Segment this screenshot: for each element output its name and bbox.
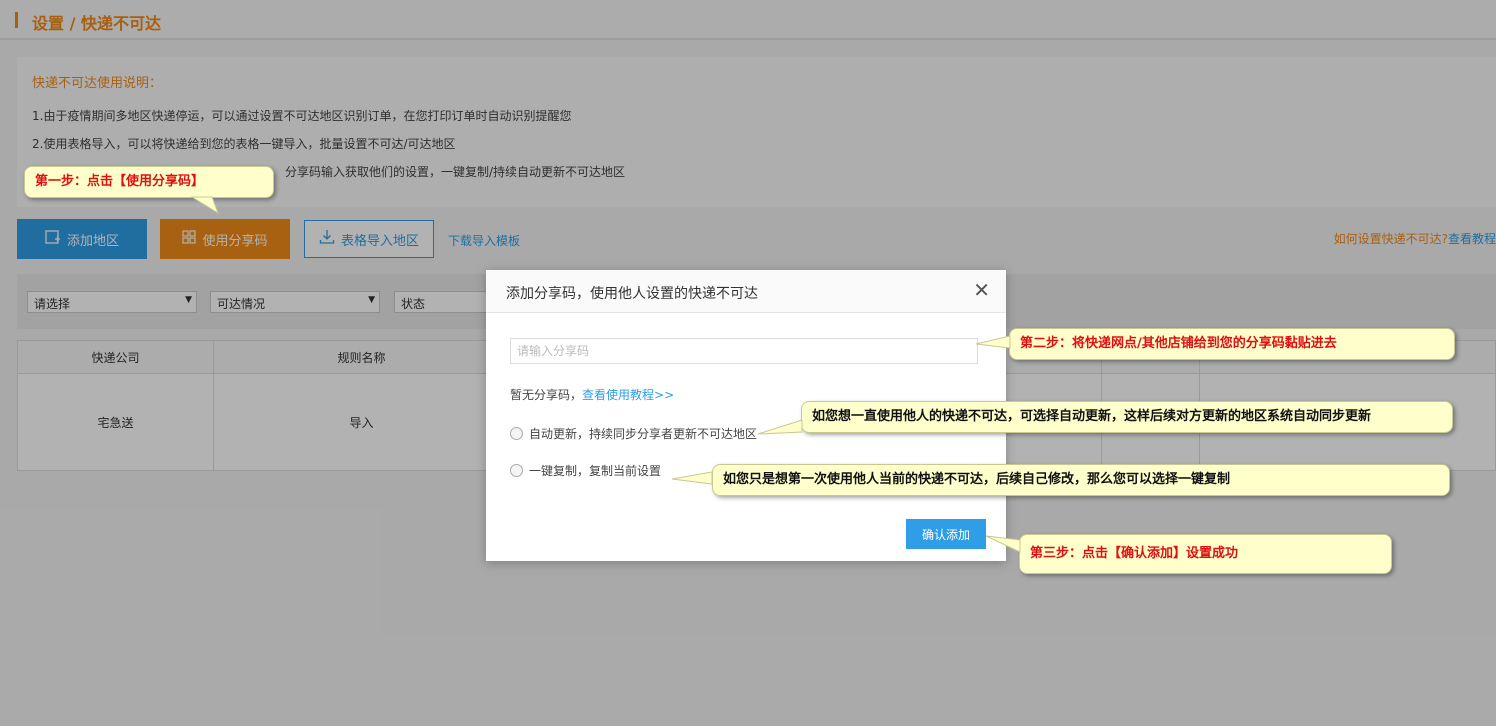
confirm-add-button[interactable]: 确认添加: [906, 519, 986, 549]
one-click-copy-option[interactable]: 一键复制，复制当前设置: [510, 462, 661, 479]
dialog-header: 添加分享码，使用他人设置的快递不可达 ✕: [486, 270, 1006, 313]
view-usage-tutorial-link[interactable]: 查看使用教程>>: [582, 388, 674, 402]
step3-tip-pointer: [985, 535, 1021, 553]
step3-tip: 第三步：点击【确认添加】设置成功: [1019, 534, 1392, 574]
step2-tip: 第二步：将快递网点/其他店铺给到您的分享码黏贴进去: [1009, 328, 1455, 360]
auto-update-label: 自动更新，持续同步分享者更新不可达地区: [529, 427, 758, 441]
one-click-copy-label: 一键复制，复制当前设置: [529, 464, 662, 478]
one-click-copy-tip-pointer: [671, 471, 713, 485]
share-code-input[interactable]: [510, 338, 978, 364]
step1-tip: 第一步：点击【使用分享码】: [24, 166, 274, 198]
no-share-code-text: 暂无分享码，查看使用教程>>: [510, 386, 674, 403]
auto-update-tip: 如您想一直使用他人的快递不可达，可选择自动更新，这样后续对方更新的地区系统自动同…: [801, 401, 1453, 433]
radio-button[interactable]: [510, 464, 523, 477]
no-share-code-label: 暂无分享码，: [510, 388, 583, 402]
step2-tip-pointer: [975, 335, 1011, 349]
step1-tip-pointer: [190, 196, 219, 215]
auto-update-option[interactable]: 自动更新，持续同步分享者更新不可达地区: [510, 425, 757, 442]
close-icon[interactable]: ✕: [973, 280, 990, 300]
one-click-copy-tip: 如您只是想第一次使用他人当前的快递不可达，后续自己修改，那么您可以选择一键复制: [712, 464, 1450, 496]
radio-button[interactable]: [510, 427, 523, 440]
dialog-title: 添加分享码，使用他人设置的快递不可达: [506, 286, 758, 302]
auto-update-tip-pointer: [757, 419, 803, 435]
